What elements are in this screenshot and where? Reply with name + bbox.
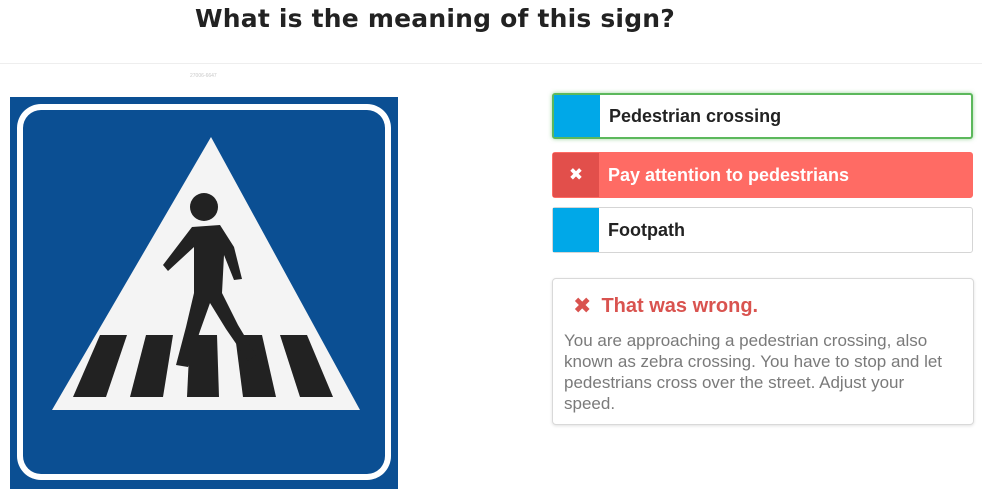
pedestrian-crossing-sign-image <box>10 97 398 489</box>
option-label: Footpath <box>608 219 685 240</box>
option-label: Pay attention to pedestrians <box>608 164 850 185</box>
option-label: Pedestrian crossing <box>609 105 782 126</box>
feedback-panel: ✖ That was wrong. You are approaching a … <box>552 278 974 425</box>
sign-svg <box>10 97 398 489</box>
answer-option-footpath[interactable]: Footpath <box>552 207 973 253</box>
close-icon: ✖ <box>553 153 599 197</box>
question-title: What is the meaning of this sign? <box>194 4 675 33</box>
feedback-explanation: You are approaching a pedestrian crossin… <box>564 331 943 413</box>
image-caption: 27006-6647 <box>190 73 217 79</box>
error-icon: ✖ <box>573 293 592 318</box>
feedback-heading-text: That was wrong. <box>601 294 759 317</box>
feedback-heading: ✖ That was wrong. <box>573 293 758 319</box>
option-marker <box>553 208 599 252</box>
option-marker <box>554 95 600 137</box>
answer-option-pedestrian-crossing[interactable]: Pedestrian crossing <box>552 93 973 139</box>
header-divider <box>0 63 982 64</box>
answer-option-pay-attention[interactable]: ✖ Pay attention to pedestrians <box>552 152 973 198</box>
